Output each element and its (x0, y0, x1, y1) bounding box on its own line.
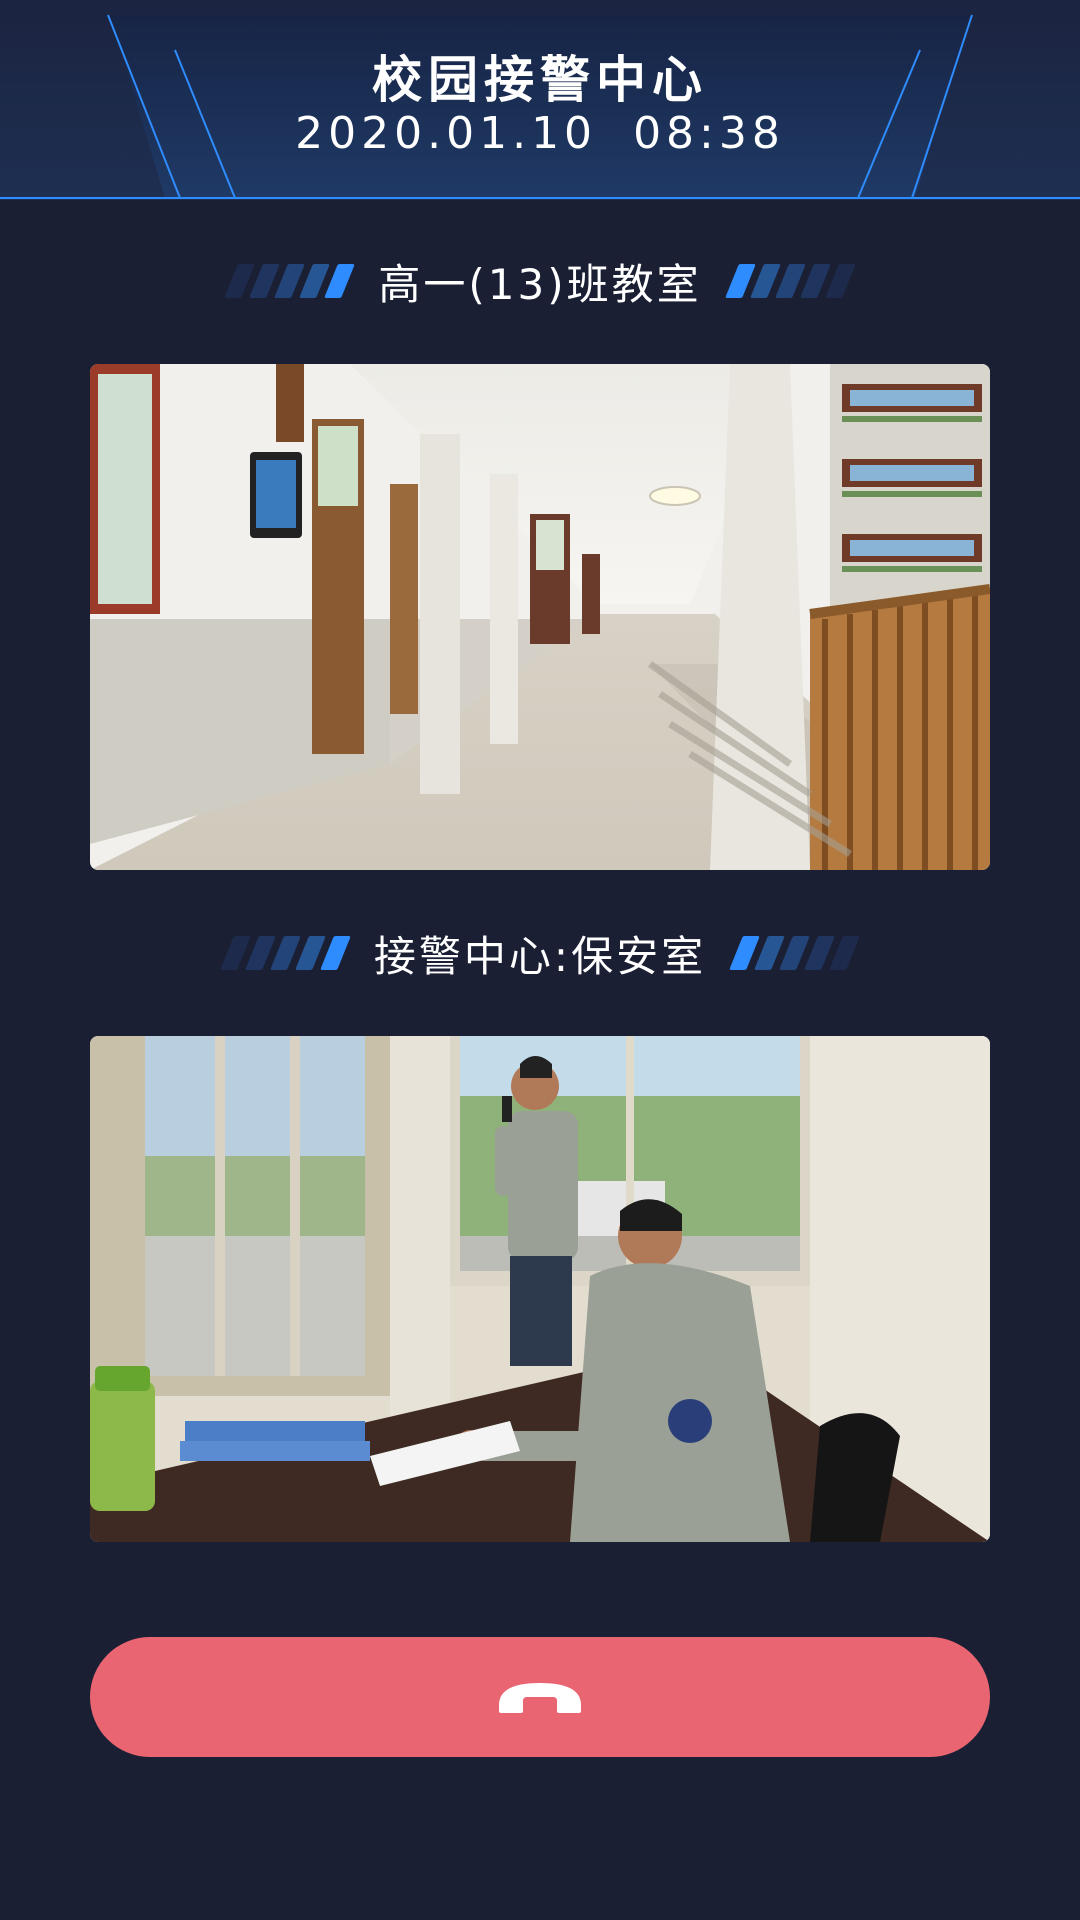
app-title: 校园接警中心 (372, 51, 708, 109)
caller-section-label: 高一(13)班教室 (0, 251, 1080, 311)
receiver-section-label: 接警中心:保安室 (0, 923, 1080, 983)
left-stripes-decoration (220, 936, 351, 970)
app-header: 校园接警中心 2020.01.10 08:38 (0, 0, 1080, 200)
left-stripes-decoration (224, 264, 356, 298)
right-stripes-decoration (729, 936, 860, 970)
right-stripes-decoration (724, 264, 856, 298)
caller-location-label: 高一(13)班教室 (378, 259, 702, 309)
phone-hangup-icon (499, 1683, 581, 1713)
receiver-video-feed[interactable] (90, 1036, 990, 1542)
datetime: 2020.01.10 08:38 (0, 108, 1080, 159)
date-text: 2020.01.10 (295, 108, 598, 159)
time-text: 08:38 (633, 108, 785, 159)
receiver-location-label: 接警中心:保安室 (373, 931, 707, 981)
corridor-video-image (90, 364, 990, 870)
caller-video-feed[interactable] (90, 364, 990, 870)
hangup-button[interactable] (90, 1637, 990, 1757)
security-room-video-image (90, 1036, 990, 1542)
